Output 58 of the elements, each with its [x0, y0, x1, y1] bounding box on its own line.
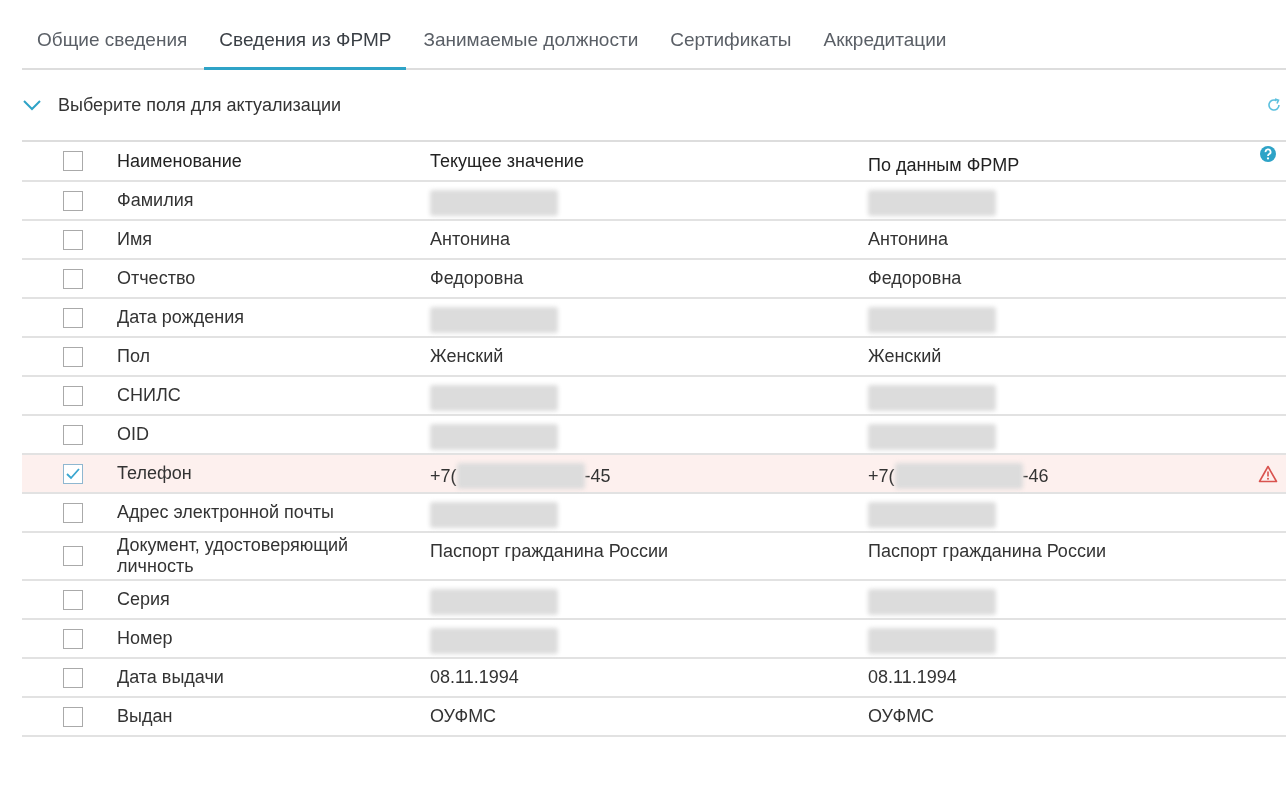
tab[interactable]: Аккредитации [808, 0, 962, 70]
tab[interactable]: Общие сведения [22, 0, 203, 70]
field-value: Антонина [868, 229, 948, 250]
chevron-icon[interactable] [22, 99, 42, 111]
field-name: Выдан [117, 705, 174, 728]
checkbox[interactable] [63, 307, 83, 328]
field-value: 08.11.1994 [868, 667, 957, 688]
field-value: Федоровна [868, 268, 962, 289]
field-value: Федоровна [430, 268, 524, 289]
field-value: Антонина [430, 229, 510, 250]
field-name: Номер [117, 627, 174, 650]
checkbox[interactable] [63, 151, 83, 171]
tab[interactable]: Занимаемые должности [408, 0, 654, 70]
field-value: ОУФМС [430, 706, 497, 727]
checkbox[interactable] [63, 502, 83, 523]
field-name: OID [117, 423, 150, 446]
field-name: Серия [117, 588, 171, 611]
field-name: Фамилия [117, 189, 195, 212]
field-value: 08.11.1994 [430, 667, 519, 688]
column-header: Наименование [117, 149, 243, 173]
field-name: Отчество [117, 267, 197, 290]
field-value: Женский [868, 346, 942, 367]
warning-icon [1258, 464, 1278, 483]
checkbox[interactable] [63, 463, 83, 484]
field-value: -46 [1022, 465, 1049, 487]
tab[interactable]: Сертификаты [655, 0, 807, 70]
field-value: ОУФМС [868, 706, 935, 727]
field-value: +7( [430, 465, 457, 487]
checkbox[interactable] [63, 706, 83, 727]
checkbox[interactable] [63, 268, 83, 289]
checkbox[interactable] [63, 546, 83, 566]
field-name: Пол [117, 345, 152, 368]
field-value: -45 [584, 465, 611, 487]
column-header: Текущее значение [430, 149, 585, 173]
checkbox[interactable] [63, 667, 83, 688]
refresh-icon[interactable] [1266, 97, 1282, 113]
checkbox[interactable] [63, 190, 83, 211]
checkbox[interactable] [63, 424, 83, 445]
field-name: СНИЛС [117, 384, 182, 407]
field-value: Женский [430, 346, 504, 367]
checkbox[interactable] [63, 346, 83, 367]
checkbox[interactable] [63, 628, 83, 649]
field-value: Паспорт гражданина России [430, 541, 668, 562]
field-name: Документ, удостоверяющий личность [117, 534, 350, 578]
field-value: Паспорт гражданина России [868, 541, 1106, 562]
field-name: Дата рождения [117, 306, 245, 329]
field-name: Телефон [117, 462, 193, 485]
field-name: Адрес электронной почты [117, 501, 336, 524]
section-title: Выберите поля для актуализации [58, 94, 343, 116]
tab[interactable]: Сведения из ФРМР [204, 0, 407, 70]
checkbox[interactable] [63, 589, 83, 610]
checkbox[interactable] [63, 385, 83, 406]
column-header: По данным ФРМР [868, 153, 1021, 177]
checkbox[interactable] [63, 229, 83, 250]
field-value: +7( [868, 465, 895, 487]
field-name: Имя [117, 228, 154, 251]
help-icon[interactable] [1260, 146, 1276, 162]
field-name: Дата выдачи [117, 666, 225, 689]
